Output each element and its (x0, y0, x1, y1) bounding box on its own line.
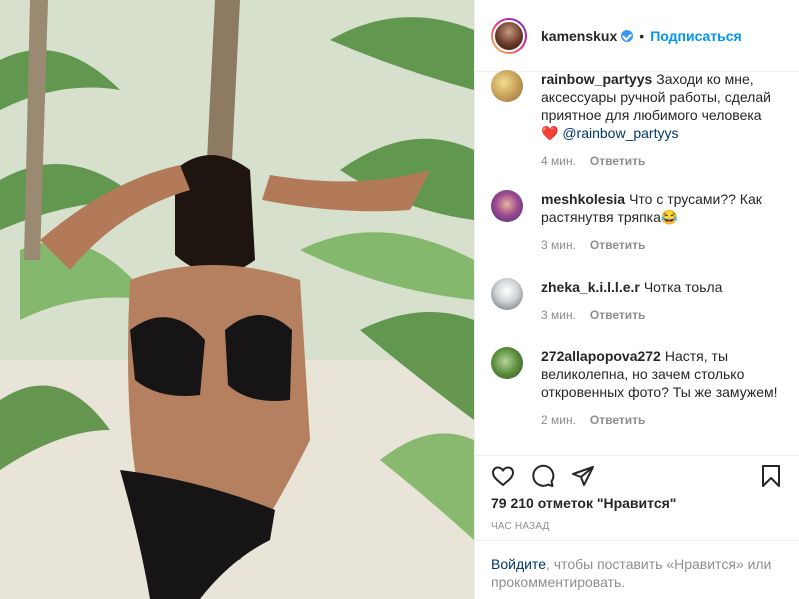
photo-illustration (0, 0, 474, 599)
comment-meta: 3 мин. Ответить (541, 238, 783, 252)
comment-text: 272allapopova272 Настя, ты великолепна, н… (541, 348, 778, 400)
comment-text: zheka_k.i.l.l.e.r Чотка тоьла (541, 279, 723, 295)
verified-badge-icon (621, 29, 634, 42)
comment-time: 3 мин. (541, 308, 576, 322)
reply-button[interactable]: Ответить (590, 308, 645, 322)
comment-item: rainbow_partyys Заходи ко мне, аксессуары… (491, 70, 783, 168)
commenter-username[interactable]: zheka_k.i.l.l.e.r (541, 279, 640, 295)
comments-list[interactable]: rainbow_partyys Заходи ко мне, аксессуары… (475, 70, 799, 454)
comment-time: 3 мин. (541, 238, 576, 252)
comment-item: zheka_k.i.l.l.e.r Чотка тоьла 3 мин. Ответ… (491, 278, 783, 322)
login-prompt: Войдите, чтобы поставить «Нравится» или … (475, 540, 799, 599)
post-time[interactable]: ЧАС НАЗАД (491, 521, 550, 532)
header-separator: • (639, 27, 645, 44)
comment-text: meshkolesia Что с трусами?? Как растянутв… (541, 191, 762, 225)
post-header: kamenskux • Подписаться (475, 0, 799, 72)
comment-icon[interactable] (531, 464, 555, 488)
comment-meta: 3 мин. Ответить (541, 308, 722, 322)
post-sidebar: kamenskux • Подписаться rainbow_partyys З… (474, 0, 799, 599)
reply-button[interactable]: Ответить (590, 413, 645, 427)
comment-text: rainbow_partyys Заходи ко мне, аксессуары… (541, 71, 771, 141)
login-link[interactable]: Войдите (491, 556, 546, 572)
action-bar (475, 455, 799, 495)
commenter-avatar[interactable] (491, 347, 523, 379)
follow-button[interactable]: Подписаться (650, 28, 742, 44)
comment-meta: 4 мин. Ответить (541, 154, 783, 168)
author-username[interactable]: kamenskux (541, 28, 617, 44)
commenter-avatar[interactable] (491, 70, 523, 102)
comment-item: 272allapopova272 Настя, ты великолепна, н… (491, 347, 783, 427)
bookmark-icon[interactable] (759, 464, 783, 488)
post-container: kamenskux • Подписаться rainbow_partyys З… (0, 0, 799, 599)
mention-link[interactable]: @rainbow_partyys (562, 125, 678, 141)
commenter-username[interactable]: rainbow_partyys (541, 71, 652, 87)
author-avatar[interactable] (491, 17, 527, 54)
comment-time: 4 мин. (541, 154, 576, 168)
comment-meta: 2 мин. Ответить (541, 413, 783, 427)
commenter-avatar[interactable] (491, 190, 523, 222)
heart-emoji-icon: ❤️ (541, 125, 559, 141)
commenter-avatar[interactable] (491, 278, 523, 310)
commenter-username[interactable]: meshkolesia (541, 191, 625, 207)
comment-time: 2 мин. (541, 413, 576, 427)
heart-icon[interactable] (491, 464, 515, 488)
commenter-username[interactable]: 272allapopova272 (541, 348, 661, 364)
post-photo[interactable] (0, 0, 474, 599)
likes-count[interactable]: 79 210 отметок "Нравится" (491, 495, 676, 511)
share-icon[interactable] (571, 464, 595, 488)
reply-button[interactable]: Ответить (590, 238, 645, 252)
reply-button[interactable]: Ответить (590, 154, 645, 168)
comment-item: meshkolesia Что с трусами?? Как растянутв… (491, 190, 783, 252)
